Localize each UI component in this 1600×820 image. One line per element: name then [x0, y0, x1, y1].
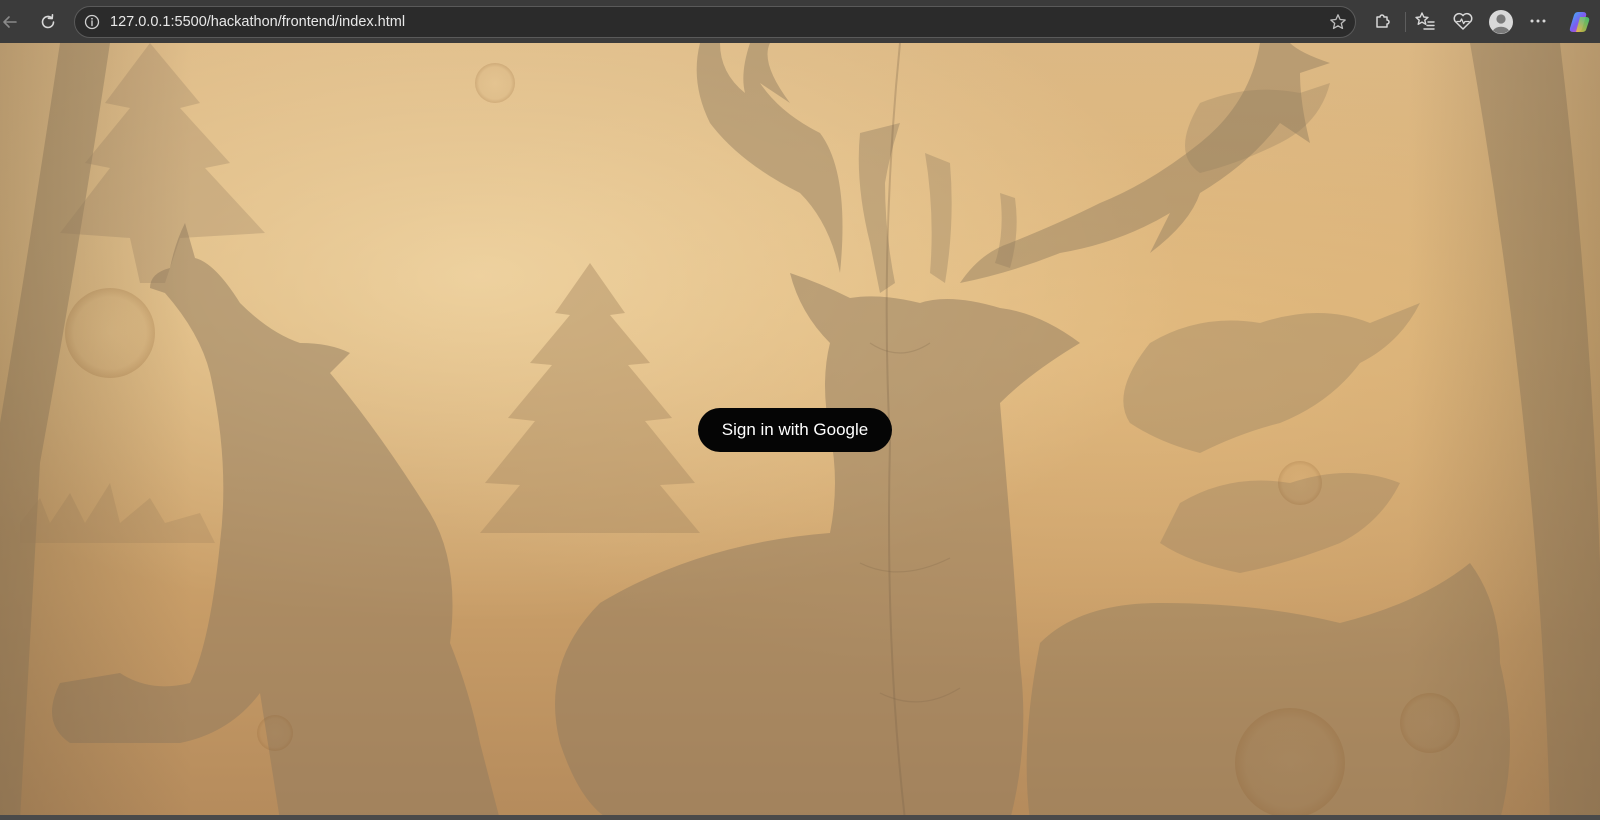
browser-toolbar: 127.0.0.1:5500/hackathon/frontend/index.…	[0, 0, 1600, 43]
copilot-icon	[1569, 12, 1590, 32]
profile-button[interactable]	[1488, 9, 1514, 35]
profile-avatar-icon	[1489, 10, 1513, 34]
more-dots-icon	[1530, 19, 1546, 23]
extensions-button[interactable]	[1372, 10, 1394, 32]
info-icon[interactable]	[84, 14, 100, 30]
refresh-button[interactable]	[34, 8, 62, 36]
address-bar[interactable]: 127.0.0.1:5500/hackathon/frontend/index.…	[74, 6, 1356, 38]
puzzle-icon	[1376, 14, 1390, 28]
refresh-icon	[41, 14, 55, 29]
address-url[interactable]: 127.0.0.1:5500/hackathon/frontend/index.…	[110, 7, 405, 37]
sign-in-with-google-button[interactable]: Sign in with Google	[698, 408, 892, 452]
copilot-button[interactable]	[1566, 9, 1592, 35]
toolbar-separator	[1405, 12, 1406, 32]
favorites-button[interactable]	[1414, 10, 1436, 32]
heart-pulse-icon	[1453, 12, 1473, 30]
favorites-list-icon	[1415, 12, 1435, 30]
more-menu-button[interactable]	[1527, 10, 1549, 32]
star-icon[interactable]	[1329, 13, 1347, 31]
back-button[interactable]	[0, 8, 24, 36]
window-bottom-edge	[0, 815, 1600, 820]
back-arrow-icon	[3, 16, 17, 28]
page-viewport: Sign in with Google	[0, 43, 1600, 820]
health-button[interactable]	[1452, 10, 1474, 32]
